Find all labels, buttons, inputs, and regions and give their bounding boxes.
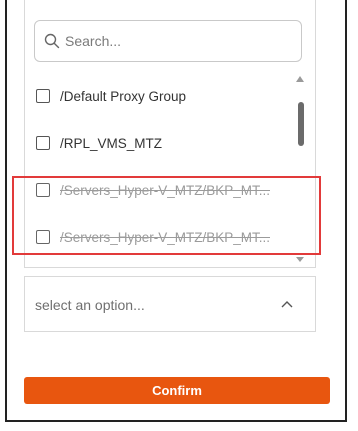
option-label: /RPL_VMS_MTZ	[60, 135, 163, 151]
chevron-up-icon[interactable]	[280, 299, 294, 309]
scroll-up-arrow-icon[interactable]	[296, 76, 304, 82]
confirm-button[interactable]: Confirm	[24, 377, 330, 404]
option-label: /Servers_Hyper-V_MTZ/BKP_MT...	[60, 229, 271, 245]
checkbox[interactable]	[36, 136, 50, 150]
checkbox[interactable]	[36, 183, 50, 197]
search-box[interactable]	[34, 20, 302, 62]
select-placeholder: select an option...	[35, 297, 145, 313]
option-servers-hyper-v-1[interactable]: /Servers_Hyper-V_MTZ/BKP_MT...	[36, 179, 286, 201]
option-servers-hyper-v-2[interactable]: /Servers_Hyper-V_MTZ/BKP_MT...	[36, 226, 286, 248]
option-label: /Servers_Hyper-V_MTZ/BKP_MT...	[60, 182, 271, 198]
option-default-proxy-group[interactable]: /Default Proxy Group	[36, 85, 286, 107]
option-label: /Default Proxy Group	[60, 88, 187, 104]
option-select[interactable]: select an option...	[24, 276, 316, 332]
search-input[interactable]	[65, 29, 290, 53]
checkbox[interactable]	[36, 89, 50, 103]
option-rpl-vms-mtz[interactable]: /RPL_VMS_MTZ	[36, 132, 286, 154]
checkbox[interactable]	[36, 230, 50, 244]
search-icon	[44, 33, 60, 49]
scroll-down-arrow-icon[interactable]	[296, 257, 304, 262]
scrollbar-thumb[interactable]	[298, 102, 304, 146]
